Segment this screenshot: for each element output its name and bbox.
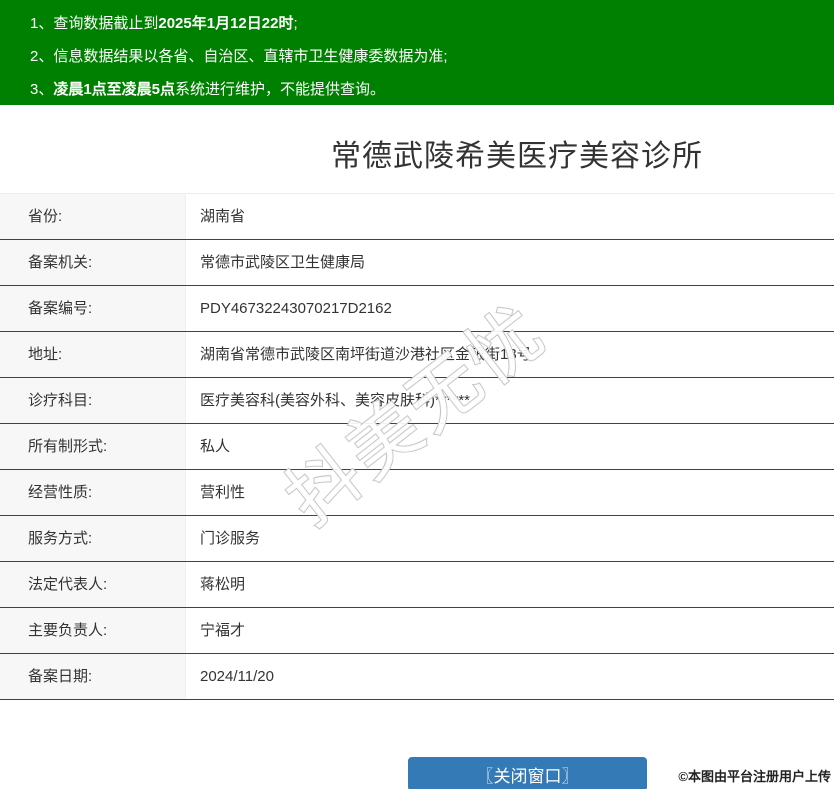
table-row: 备案机关: 常德市武陵区卫生健康局 bbox=[0, 240, 834, 286]
notice-2-number: 2、 bbox=[30, 48, 54, 65]
row-value: 湖南省常德市武陵区南坪街道沙港社区金银街13号 bbox=[200, 346, 532, 363]
copyright-note: ©本图由平台注册用户上传 bbox=[678, 769, 831, 784]
row-value: 门诊服务 bbox=[200, 530, 261, 547]
table-row: 备案编号: PDY46732243070217D2162 bbox=[0, 286, 834, 332]
row-label: 地址: bbox=[0, 332, 186, 377]
table-row: 法定代表人: 蒋松明 bbox=[0, 562, 834, 608]
table-row: 诊疗科目: 医疗美容科(美容外科、美容皮肤科)****** bbox=[0, 378, 834, 424]
row-label: 备案机关: bbox=[0, 240, 186, 285]
row-label: 诊疗科目: bbox=[0, 378, 186, 423]
row-label: 所有制形式: bbox=[0, 424, 186, 469]
notice-3-bold: 凌晨1点至凌晨5点 bbox=[53, 81, 176, 98]
notice-1-bold: 2025年1月12日22时 bbox=[158, 15, 294, 32]
record-detail-table: 省份: 湖南省 备案机关: 常德市武陵区卫生健康局 备案编号: PDY46732… bbox=[0, 193, 834, 700]
row-value: 湖南省 bbox=[200, 208, 246, 225]
notice-2-text: 信息数据结果以各省、自治区、直辖市卫生健康委数据为准; bbox=[53, 48, 448, 65]
table-row: 备案日期: 2024/11/20 bbox=[0, 654, 834, 700]
table-row: 地址: 湖南省常德市武陵区南坪街道沙港社区金银街13号 bbox=[0, 332, 834, 378]
table-row: 服务方式: 门诊服务 bbox=[0, 516, 834, 562]
row-value: 蒋松明 bbox=[200, 576, 246, 593]
notice-banner: 1、查询数据截止到2025年1月12日22时; 2、信息数据结果以各省、自治区、… bbox=[0, 0, 834, 105]
row-value: 常德市武陵区卫生健康局 bbox=[200, 254, 366, 271]
row-label: 备案日期: bbox=[0, 654, 186, 699]
page: 1、查询数据截止到2025年1月12日22时; 2、信息数据结果以各省、自治区、… bbox=[0, 0, 834, 789]
notice-line-3: 3、凌晨1点至凌晨5点系统进行维护，不能提供查询。 bbox=[30, 73, 824, 106]
notice-1-text: 查询数据截止到 bbox=[53, 15, 159, 32]
row-value: 私人 bbox=[200, 438, 231, 455]
notice-1-number: 1、 bbox=[30, 15, 54, 32]
notice-1-suffix: ; bbox=[293, 15, 298, 32]
row-label: 主要负责人: bbox=[0, 608, 186, 653]
row-value: 2024/11/20 bbox=[200, 668, 274, 685]
notice-line-2: 2、信息数据结果以各省、自治区、直辖市卫生健康委数据为准; bbox=[30, 40, 824, 73]
page-title: 常德武陵希美医疗美容诊所 bbox=[331, 140, 703, 173]
table-row: 主要负责人: 宁福才 bbox=[0, 608, 834, 654]
table-row: 经营性质: 营利性 bbox=[0, 470, 834, 516]
table-row: 省份: 湖南省 bbox=[0, 194, 834, 240]
row-value: 医疗美容科(美容外科、美容皮肤科)****** bbox=[200, 392, 471, 409]
row-label: 备案编号: bbox=[0, 286, 186, 331]
row-label: 经营性质: bbox=[0, 470, 186, 515]
row-value: PDY46732243070217D2162 bbox=[200, 300, 392, 317]
notice-3-suffix: 系统进行维护，不能提供查询。 bbox=[175, 81, 386, 98]
row-label: 省份: bbox=[0, 194, 186, 239]
row-value: 宁福才 bbox=[200, 622, 246, 639]
row-label: 法定代表人: bbox=[0, 562, 186, 607]
row-value: 营利性 bbox=[200, 484, 246, 501]
notice-3-number: 3、 bbox=[30, 81, 54, 98]
row-label: 服务方式: bbox=[0, 516, 186, 561]
close-window-button[interactable]: 〖关闭窗口〗 bbox=[408, 757, 647, 789]
notice-line-1: 1、查询数据截止到2025年1月12日22时; bbox=[30, 7, 824, 40]
table-row: 所有制形式: 私人 bbox=[0, 424, 834, 470]
